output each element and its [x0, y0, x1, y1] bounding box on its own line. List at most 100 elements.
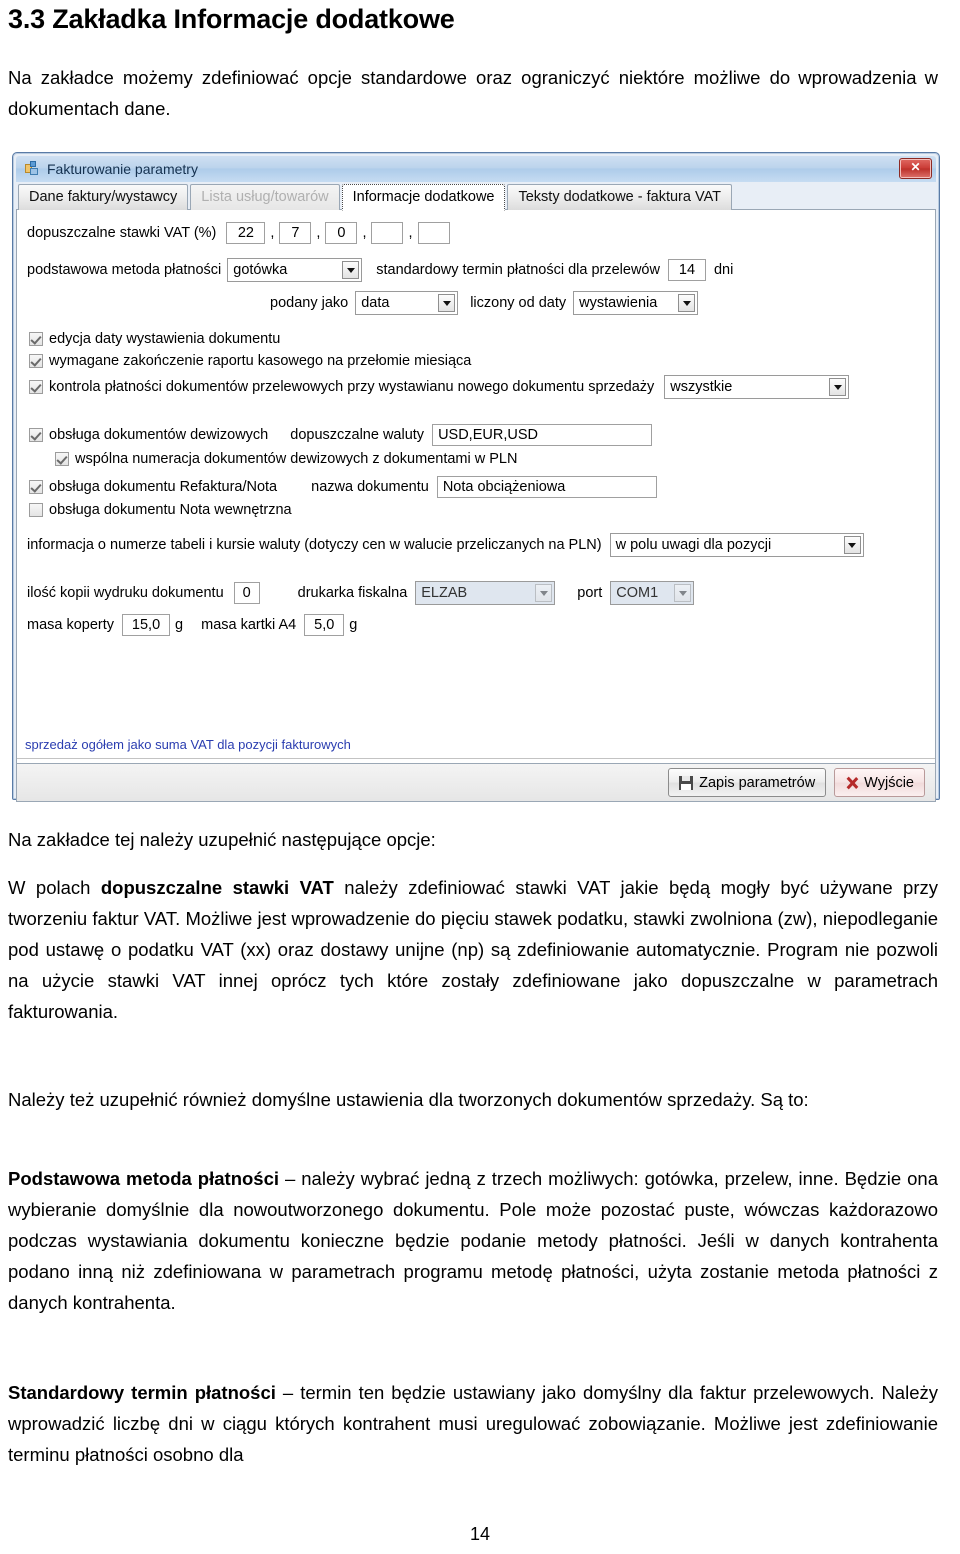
- currencies-input[interactable]: USD,EUR,USD: [432, 424, 653, 446]
- mass-row: masa koperty 15,0 g masa kartki A4 5,0 g: [27, 614, 357, 636]
- chevron-down-icon[interactable]: [678, 294, 696, 312]
- checkbox-row-raport-kasowy[interactable]: wymagane zakończenie raportu kasowego na…: [29, 353, 471, 369]
- port-select[interactable]: COM1: [610, 581, 695, 605]
- checkbox-wspolna-numeracja[interactable]: [55, 452, 69, 466]
- exit-button[interactable]: Wyjście: [834, 768, 925, 797]
- page-number: 14: [469, 1524, 491, 1544]
- paragraph-2-pre: W polach: [8, 877, 101, 898]
- status-text: sprzedaż ogółem jako suma VAT dla pozycj…: [25, 737, 351, 752]
- fiscal-printer-select[interactable]: ELZAB: [415, 581, 556, 605]
- checkbox-row-dewizowe[interactable]: obsługa dokumentów dewizowych dopuszczal…: [29, 424, 653, 446]
- vat-rate-input-3[interactable]: 0: [325, 222, 358, 244]
- fiscal-printer-label: drukarka fiskalna: [297, 585, 408, 601]
- port-label: port: [577, 585, 603, 601]
- checkbox-dokumenty-dewizowe[interactable]: [29, 428, 43, 442]
- vat-rate-input-5[interactable]: [417, 222, 450, 244]
- payment-method-select[interactable]: gotówka: [227, 258, 363, 282]
- checkbox-row-kontrola-platnosci[interactable]: kontrola płatności dokumentów przelewowy…: [29, 375, 850, 399]
- fiscal-printer-value: ELZAB: [421, 585, 468, 601]
- checkbox-edycja-daty[interactable]: [29, 332, 43, 346]
- paragraph-2: W polach dopuszczalne stawki VAT należy …: [8, 872, 938, 1027]
- printer-row: ilość kopii wydruku dokumentu 0 drukarka…: [27, 581, 695, 605]
- checkbox-kontrola-platnosci[interactable]: [29, 380, 43, 394]
- chevron-down-icon[interactable]: [843, 536, 861, 554]
- term-detail-row: podany jako data liczony od daty wystawi…: [270, 291, 699, 315]
- checkbox-nota-wewnetrzna-label: obsługa dokumentu Nota wewnętrzna: [49, 502, 292, 518]
- tabstrip: Dane faktury/wystawcy Lista usług/towaró…: [16, 182, 936, 211]
- payment-method-value: gotówka: [233, 262, 288, 278]
- payment-control-value: wszystkie: [670, 379, 733, 395]
- close-x-icon: [845, 776, 859, 790]
- envelope-mass-unit: g: [175, 617, 184, 633]
- paragraph-5: Standardowy termin płatności – termin te…: [8, 1377, 938, 1470]
- rate-info-row: informacja o numerze tabeli i kursie wal…: [27, 533, 864, 557]
- save-button[interactable]: Zapis parametrów: [668, 768, 827, 797]
- checkbox-row-nota-wewnetrzna[interactable]: obsługa dokumentu Nota wewnętrzna: [29, 502, 292, 518]
- tab-dane-faktury[interactable]: Dane faktury/wystawcy: [18, 184, 189, 210]
- save-button-label: Zapis parametrów: [699, 774, 816, 791]
- checkbox-nota-wewnetrzna[interactable]: [29, 503, 43, 517]
- paragraph-4: Podstawowa metoda płatności – należy wyb…: [8, 1163, 938, 1318]
- vat-rate-input-4[interactable]: [371, 222, 404, 244]
- fakturowanie-parametry-window: Fakturowanie parametry ✕ Dane faktury/wy…: [12, 152, 940, 802]
- close-icon[interactable]: ✕: [899, 158, 932, 179]
- window-title: Fakturowanie parametry: [47, 161, 198, 177]
- checkbox-refaktura-nota[interactable]: [29, 480, 43, 494]
- rate-info-label: informacja o numerze tabeli i kursie wal…: [27, 537, 602, 553]
- payment-term-input[interactable]: 14: [667, 259, 706, 281]
- tab-lista-uslug[interactable]: Lista usług/towarów: [190, 184, 340, 210]
- given-as-select[interactable]: data: [355, 291, 459, 315]
- checkbox-row-refaktura[interactable]: obsługa dokumentu Refaktura/Nota nazwa d…: [29, 476, 657, 498]
- checkbox-row-wspolna-numeracja[interactable]: wspólna numeracja dokumentów dewizowych …: [55, 451, 517, 467]
- sheet-mass-input[interactable]: 5,0: [304, 614, 345, 636]
- envelope-mass-input[interactable]: 15,0: [122, 614, 171, 636]
- tab-teksty-dodatkowe[interactable]: Teksty dodatkowe - faktura VAT: [507, 184, 733, 210]
- paragraph-4-bold: Podstawowa metoda płatności: [8, 1168, 280, 1189]
- payment-term-label: standardowy termin płatności dla przelew…: [376, 262, 660, 278]
- checkbox-kontrola-platnosci-label: kontrola płatności dokumentów przelewowy…: [49, 379, 655, 395]
- chevron-down-icon[interactable]: [438, 294, 456, 312]
- doc-name-input[interactable]: Nota obciążeniowa: [436, 476, 657, 498]
- paragraph-3: Należy też uzupełnić również domyślne us…: [8, 1089, 809, 1110]
- counted-from-select[interactable]: wystawienia: [573, 291, 699, 315]
- dialog-footer: Zapis parametrów Wyjście: [16, 764, 936, 802]
- vat-rate-input-1[interactable]: 22: [226, 222, 266, 244]
- intro-paragraph: Na zakładce możemy zdefiniować opcje sta…: [8, 62, 938, 124]
- chevron-down-icon[interactable]: [674, 584, 692, 602]
- vat-rate-input-2[interactable]: 7: [279, 222, 312, 244]
- checkbox-edycja-daty-label: edycja daty wystawienia dokumentu: [49, 331, 281, 347]
- envelope-mass-label: masa koperty: [27, 617, 115, 633]
- floppy-disk-icon: [679, 775, 694, 790]
- currencies-label: dopuszczalne waluty: [290, 427, 425, 443]
- application-icon: [24, 161, 40, 177]
- rate-info-select[interactable]: w polu uwagi dla pozycji: [609, 533, 864, 557]
- given-as-value: data: [361, 295, 390, 311]
- checkbox-row-edycja-daty[interactable]: edycja daty wystawienia dokumentu: [29, 331, 280, 347]
- paragraph-2-bold: dopuszczalne stawki VAT: [100, 877, 334, 898]
- vat-separator-3: ,: [362, 225, 367, 241]
- window-titlebar: Fakturowanie parametry ✕: [16, 156, 936, 182]
- chevron-down-icon[interactable]: [342, 261, 360, 279]
- checkbox-raport-kasowy[interactable]: [29, 354, 43, 368]
- sheet-mass-label: masa kartki A4: [201, 617, 297, 633]
- counted-from-value: wystawienia: [579, 295, 658, 311]
- paragraph-1: Na zakładce tej należy uzupełnić następu…: [8, 829, 436, 850]
- copies-label: ilość kopii wydruku dokumentu: [27, 585, 224, 601]
- payment-control-select[interactable]: wszystkie: [664, 375, 850, 399]
- counted-from-label: liczony od daty: [470, 295, 567, 311]
- checkbox-wspolna-numeracja-label: wspólna numeracja dokumentów dewizowych …: [75, 451, 518, 467]
- form-panel: dopuszczalne stawki VAT (%) 22 , 7 , 0 ,…: [16, 209, 936, 764]
- chevron-down-icon[interactable]: [829, 378, 847, 396]
- paragraph-4-post: – należy wybrać jedną z trzech możliwych…: [8, 1168, 938, 1313]
- paragraph-2-post: należy zdefiniować stawki VAT jakie będą…: [8, 877, 938, 1022]
- chevron-down-icon[interactable]: [535, 584, 553, 602]
- tab-informacje-dodatkowe[interactable]: Informacje dodatkowe: [341, 184, 506, 211]
- exit-button-label: Wyjście: [864, 774, 914, 791]
- rate-info-value: w polu uwagi dla pozycji: [615, 537, 772, 553]
- copies-input[interactable]: 0: [233, 582, 260, 604]
- checkbox-refaktura-nota-label: obsługa dokumentu Refaktura/Nota: [49, 479, 278, 495]
- paragraph-5-bold: Standardowy termin płatności: [8, 1382, 276, 1403]
- given-as-label: podany jako: [270, 295, 349, 311]
- port-value: COM1: [616, 585, 659, 601]
- sheet-mass-unit: g: [349, 617, 358, 633]
